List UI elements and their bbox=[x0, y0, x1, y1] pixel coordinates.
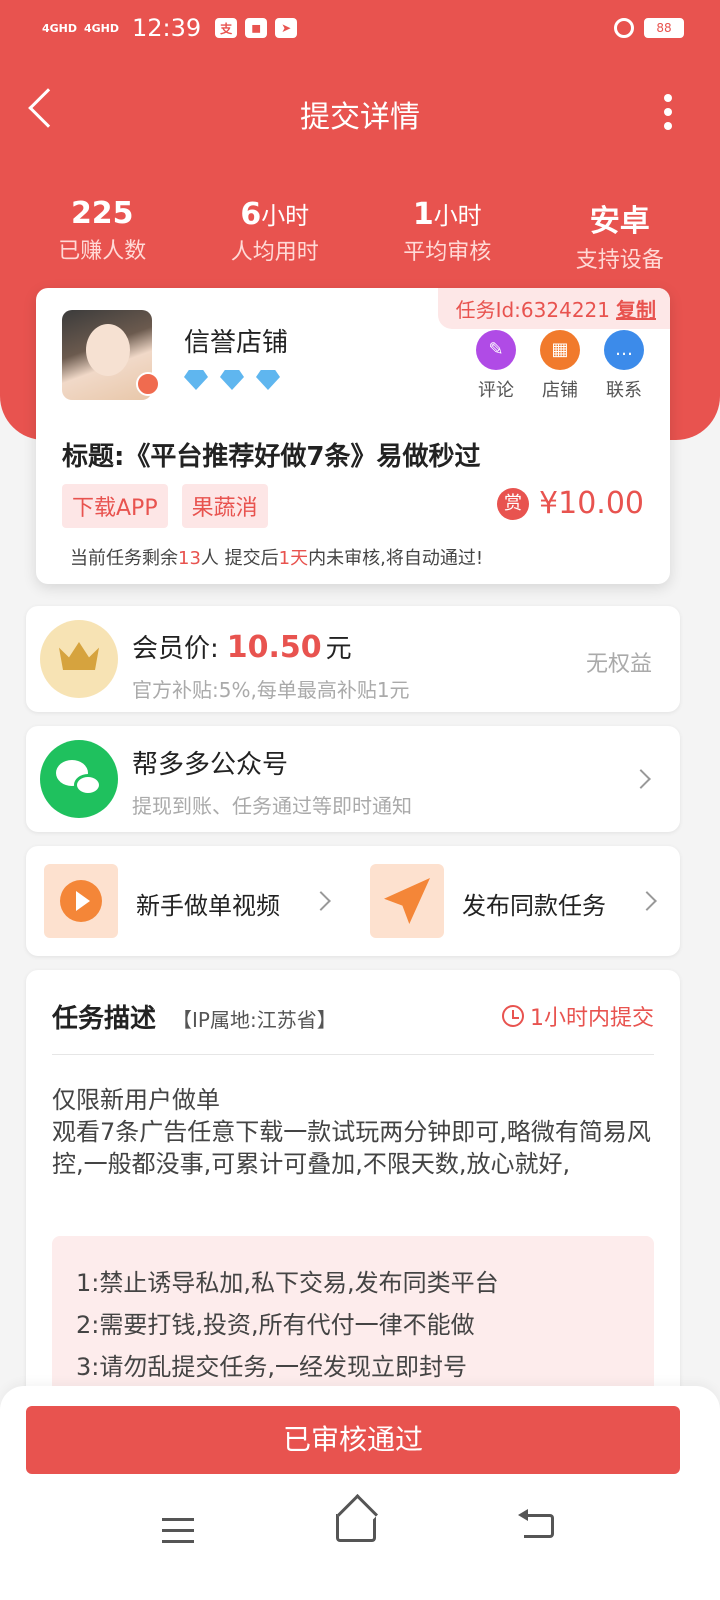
vip-badge-icon bbox=[136, 372, 160, 396]
task-tags: 下载APP 果蔬消 bbox=[62, 484, 268, 528]
member-rights: 无权益 bbox=[585, 652, 652, 677]
member-price-label: 会员价: 10.50 元 bbox=[132, 630, 352, 665]
wechat-icon bbox=[40, 740, 118, 818]
wechat-subtitle: 提现到账、任务通过等即时通知 bbox=[132, 794, 412, 818]
status-bar: 4GHD 4GHD 12:39 支 ◼ ➤ 88 bbox=[0, 0, 720, 56]
shop-icon: ▦ bbox=[540, 330, 580, 370]
comment-icon: ✎ bbox=[476, 330, 516, 370]
tag-download-app: 下载APP bbox=[62, 484, 168, 528]
chevron-right-icon bbox=[637, 891, 657, 911]
video-play-icon[interactable] bbox=[44, 864, 118, 938]
ip-location: 【IP属地:江苏省】 bbox=[172, 1008, 337, 1032]
stat-earned-people: 225 已赚人数 bbox=[58, 196, 147, 264]
chevron-right-icon bbox=[311, 891, 331, 911]
task-actions: ✎ 评论 ▦ 店铺 … 联系 bbox=[476, 330, 644, 402]
diamond-icon bbox=[220, 370, 244, 390]
chevron-right-icon bbox=[631, 769, 651, 789]
description-title: 任务描述 bbox=[52, 1004, 157, 1034]
copy-id-button[interactable]: 复制 bbox=[616, 298, 656, 322]
more-options-icon[interactable] bbox=[664, 94, 672, 136]
wechat-account-card[interactable]: 帮多多公众号 提现到账、任务通过等即时通知 bbox=[26, 726, 680, 832]
reward-icon: 赏 bbox=[497, 487, 530, 520]
task-stats: 225 已赚人数 6小时 人均用时 1小时 平均审核 安卓 支持设备 bbox=[16, 196, 706, 274]
credit-diamonds bbox=[184, 370, 280, 390]
back-icon[interactable] bbox=[518, 1509, 554, 1538]
remaining-notice: 当前任务剩余13人 提交后1天内未审核,将自动通过! bbox=[70, 548, 484, 569]
description-body: 仅限新用户做单 观看7条广告任意下载一款试玩两分钟即可,略微有简易风控,一般都没… bbox=[52, 1086, 651, 1178]
tag-category: 果蔬消 bbox=[181, 484, 268, 528]
home-icon[interactable] bbox=[336, 1514, 376, 1542]
reward-amount: ¥10.00 bbox=[539, 486, 644, 521]
crown-icon bbox=[40, 620, 118, 698]
publish-same-task-link[interactable]: 发布同款任务 bbox=[462, 886, 606, 921]
task-id-badge: 任务Id:6324221 复制 bbox=[437, 288, 670, 329]
wechat-title: 帮多多公众号 bbox=[132, 750, 289, 780]
signal-icon-2: 4GHD bbox=[84, 21, 120, 35]
status-time: 12:39 bbox=[132, 14, 202, 42]
divider bbox=[52, 1054, 654, 1055]
bottom-bar: 已审核通过 bbox=[0, 1386, 720, 1600]
submit-deadline: 1小时内提交 bbox=[502, 1000, 654, 1032]
alarm-icon bbox=[614, 18, 634, 38]
stat-avg-review: 1小时 平均审核 bbox=[403, 197, 492, 265]
approved-button[interactable]: 已审核通过 bbox=[26, 1406, 680, 1474]
send-icon: ➤ bbox=[275, 18, 298, 38]
stat-device: 安卓 支持设备 bbox=[575, 204, 664, 273]
stat-avg-time: 6小时 人均用时 bbox=[230, 197, 319, 265]
chat-icon: … bbox=[604, 330, 644, 370]
beginner-video-link[interactable]: 新手做单视频 bbox=[136, 886, 280, 921]
reward: 赏 ¥10.00 bbox=[497, 486, 644, 521]
paper-plane-icon[interactable] bbox=[370, 864, 444, 938]
member-subsidy: 官方补贴:5%,每单最高补贴1元 bbox=[132, 678, 410, 702]
contact-button[interactable]: … 联系 bbox=[604, 330, 644, 402]
shop-name: 信誉店铺 bbox=[184, 328, 289, 358]
alipay-icon: 支 bbox=[215, 18, 238, 38]
rule-item: 1:禁止诱导私加,私下交易,发布同类平台 bbox=[76, 1269, 499, 1297]
comment-button[interactable]: ✎ 评论 bbox=[476, 330, 516, 402]
rule-item: 3:请勿乱提交任务,一经发现立即封号 bbox=[76, 1353, 467, 1381]
shop-button[interactable]: ▦ 店铺 bbox=[540, 330, 580, 402]
task-rules: 1:禁止诱导私加,私下交易,发布同类平台 2:需要打钱,投资,所有代付一律不能做… bbox=[52, 1236, 654, 1396]
task-title: 标题:《平台推荐好做7条》易做秒过 bbox=[62, 442, 481, 472]
diamond-icon bbox=[256, 370, 280, 390]
rule-item: 2:需要打钱,投资,所有代付一律不能做 bbox=[76, 1311, 475, 1339]
battery-icon: 88 bbox=[644, 18, 684, 38]
page-title: 提交详情 bbox=[300, 100, 420, 135]
system-nav-bar bbox=[0, 1504, 720, 1564]
clock-icon bbox=[502, 1005, 524, 1027]
signal-icon: 4GHD bbox=[42, 21, 78, 35]
top-nav: 提交详情 bbox=[0, 82, 720, 142]
diamond-icon bbox=[184, 370, 208, 390]
news-icon: ◼ bbox=[245, 18, 268, 38]
member-price-card[interactable]: 会员价: 10.50 元 官方补贴:5%,每单最高补贴1元 无权益 bbox=[26, 606, 680, 712]
quick-actions-card: 新手做单视频 发布同款任务 bbox=[26, 846, 680, 956]
menu-icon[interactable] bbox=[162, 1518, 194, 1551]
task-card: 任务Id:6324221 复制 信誉店铺 ✎ 评论 ▦ 店铺 … 联系 标题:《平… bbox=[36, 288, 670, 584]
